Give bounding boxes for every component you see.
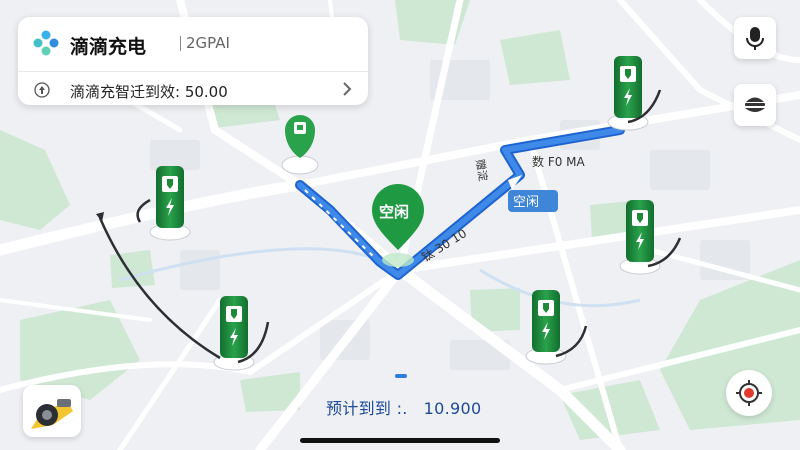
route-status-tag[interactable]: 空闲 [508,190,558,212]
charging-station-3[interactable] [607,56,649,131]
charging-station-1[interactable] [149,166,191,241]
eta-label: 预计到到 :. [326,399,408,418]
chevron-right-icon [343,82,352,96]
charging-station-5[interactable] [525,290,567,365]
app-title: 滴滴充电 [70,36,147,58]
page-indicator [395,374,407,378]
locate-button[interactable] [726,370,772,416]
promo-text: 滴滴充智迁到效: 50.00 [70,83,228,101]
promo-row[interactable]: 滴滴充智迁到效: 50.00 [18,73,368,105]
route-label-top: 数 F0 MA [532,154,586,169]
app-logo-icon [33,30,59,56]
vehicle-button[interactable] [23,385,81,437]
eta-text: 预计到到 :. 10.900 [326,395,481,419]
title-divider [180,36,181,51]
card-header: 滴滴充电 2GPAI [18,17,368,69]
svg-text:空闲: 空闲 [513,195,539,210]
voice-button[interactable] [734,17,776,59]
app-info-card[interactable]: 滴滴充电 2GPAI 滴滴充智迁到效: 50.00 [18,17,368,105]
layers-button[interactable] [734,84,776,126]
eta-value: 10.900 [423,399,482,418]
layers-icon [745,97,765,112]
charging-station-4[interactable] [619,200,661,275]
upload-icon [34,82,50,98]
car-icon [31,399,73,429]
locate-icon [736,380,762,406]
card-divider [18,71,368,72]
microphone-icon [746,27,764,50]
home-indicator[interactable] [300,438,500,443]
app-subtitle: 2GPAI [186,34,230,52]
svg-text:空闲: 空闲 [379,203,409,221]
